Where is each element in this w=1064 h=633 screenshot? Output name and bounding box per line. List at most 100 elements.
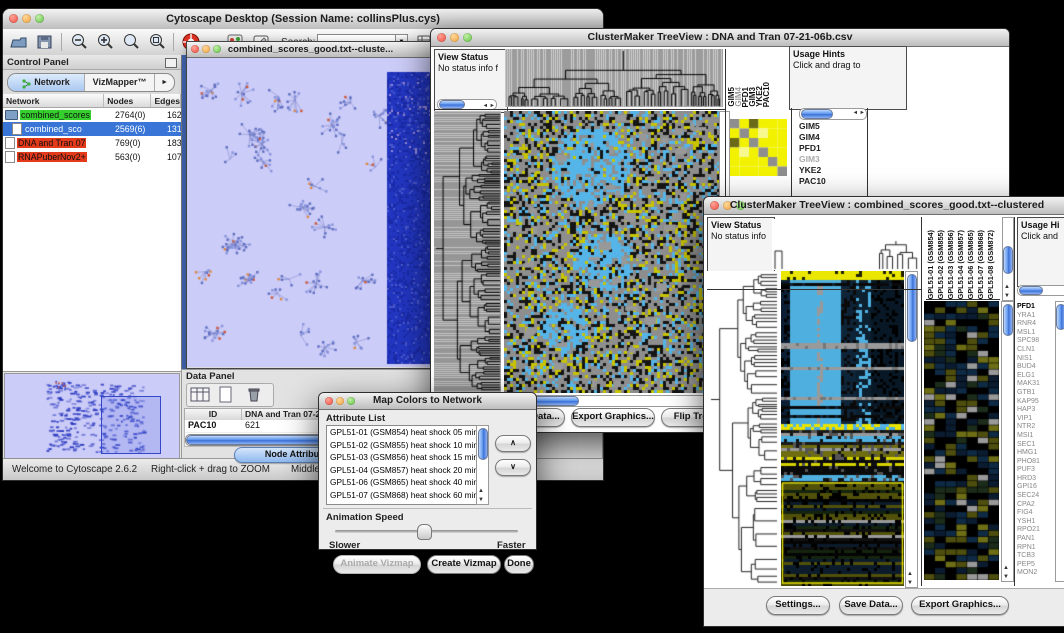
scroll-up-icon[interactable]: ▲ bbox=[478, 488, 484, 494]
gene-label[interactable]: YKE2 bbox=[799, 165, 863, 176]
column-header-network[interactable]: Network bbox=[3, 94, 104, 107]
main-heatmap-canvas[interactable] bbox=[504, 111, 719, 393]
scroll-down-icon[interactable]: ▼ bbox=[1004, 293, 1010, 299]
column-dendrogram-canvas[interactable] bbox=[772, 219, 924, 270]
minimize-button[interactable] bbox=[202, 45, 210, 53]
column-label[interactable]: GPL51-06 (GSM865) bbox=[966, 230, 976, 299]
float-panel-icon[interactable] bbox=[165, 58, 177, 68]
gene-label[interactable]: PEP5 bbox=[1017, 561, 1053, 570]
scroll-up-icon[interactable]: ▲ bbox=[1004, 284, 1010, 290]
network-table-row[interactable]: DNA and Tran 07 769(0) 183728(0) bbox=[3, 136, 181, 150]
heatmap-vscrollbar[interactable]: ▲ ▼ bbox=[905, 271, 918, 588]
gene-label[interactable]: FIG4 bbox=[1017, 509, 1053, 518]
column-header-nodes[interactable]: Nodes bbox=[104, 94, 151, 107]
gene-label[interactable]: HRD3 bbox=[1017, 475, 1053, 484]
scroll-down-icon[interactable]: ▼ bbox=[478, 497, 484, 503]
scroll-down-icon[interactable]: ▼ bbox=[1003, 574, 1009, 580]
attribute-list-item[interactable]: GPL51-01 (GSM854) heat shock 05 min bbox=[327, 426, 477, 439]
gene-label[interactable]: RPN1 bbox=[1017, 544, 1053, 553]
gene-label[interactable]: HAP3 bbox=[1017, 406, 1053, 415]
gene-label[interactable]: VIP1 bbox=[1017, 415, 1053, 424]
scroll-thumb[interactable] bbox=[1003, 246, 1013, 274]
scroll-down-icon[interactable]: ▼ bbox=[907, 580, 913, 586]
save-data-button[interactable]: Save Data... bbox=[839, 596, 903, 615]
zoom-fit-icon[interactable] bbox=[147, 32, 167, 52]
attribute-list-item[interactable]: GPL51-07 (GSM868) heat shock 60 min bbox=[327, 489, 477, 502]
zoom-out-icon[interactable] bbox=[69, 32, 89, 52]
column-header-edges[interactable]: Edges bbox=[151, 94, 181, 107]
gene-label[interactable]: PUF3 bbox=[1017, 466, 1053, 475]
network-overview-panel[interactable] bbox=[4, 373, 180, 461]
gene-label[interactable]: PAC10 bbox=[799, 176, 863, 187]
gene-label[interactable]: YRA1 bbox=[1017, 312, 1053, 321]
column-label[interactable]: GPL51-02 (GSM855) bbox=[936, 230, 946, 299]
column-label[interactable]: GPL51-03 (GSM856) bbox=[946, 230, 956, 299]
scroll-thumb[interactable] bbox=[907, 274, 917, 342]
done-button[interactable]: Done bbox=[504, 555, 534, 574]
overview-viewport-rect[interactable] bbox=[101, 396, 161, 454]
tab-vizmapper[interactable]: VizMapper™ bbox=[84, 74, 154, 91]
attribute-list-item[interactable]: GPL51-02 (GSM855) heat shock 10 min bbox=[327, 439, 477, 452]
main-heatmap-canvas[interactable] bbox=[781, 271, 904, 586]
close-button[interactable] bbox=[9, 14, 18, 23]
column-label[interactable]: GPL51-08 (GSM872) bbox=[986, 230, 996, 299]
attribute-list-item[interactable]: GPL51-06 (GSM865) heat shock 40 min bbox=[327, 476, 477, 489]
network-canvas[interactable] bbox=[187, 58, 432, 367]
gene-label[interactable]: PAN1 bbox=[1017, 535, 1053, 544]
gene-list-vscrollbar[interactable] bbox=[1055, 301, 1064, 582]
usage-hints-scrollbar[interactable] bbox=[1017, 285, 1064, 296]
scroll-up-icon[interactable]: ▲ bbox=[907, 571, 913, 577]
zoom-selected-icon[interactable] bbox=[121, 32, 141, 52]
network-table-row[interactable]: combined_scores 2764(0) 16218(0) bbox=[3, 108, 181, 122]
gene-label[interactable]: NIS1 bbox=[1017, 355, 1053, 364]
gene-label[interactable]: MSI1 bbox=[1017, 432, 1053, 441]
network-view-titlebar[interactable]: combined_scores_good.txt--cluste... bbox=[187, 42, 434, 58]
create-vizmap-button[interactable]: Create Vizmap bbox=[427, 555, 501, 574]
new-attribute-icon[interactable] bbox=[215, 386, 237, 408]
column-label[interactable]: GPL51-07 (GSM868) bbox=[976, 230, 986, 299]
scroll-thumb[interactable] bbox=[439, 100, 465, 109]
column-label[interactable]: GPL51-01 (GSM854) bbox=[926, 230, 936, 299]
network-table-row[interactable]: RNAPuberNov2+ 563(0) 107847(0) bbox=[3, 150, 181, 164]
gene-label[interactable]: MAK31 bbox=[1017, 380, 1053, 389]
scroll-thumb[interactable] bbox=[1056, 304, 1064, 330]
gene-label[interactable]: PHO81 bbox=[1017, 458, 1053, 467]
row-dendrogram-canvas[interactable] bbox=[707, 271, 779, 586]
gene-label[interactable]: PFD1 bbox=[1017, 303, 1053, 312]
scroll-thumb[interactable] bbox=[478, 428, 488, 460]
export-graphics-button[interactable]: Export Graphics... bbox=[571, 408, 655, 427]
attribute-list-item[interactable]: GPL51-03 (GSM856) heat shock 15 min bbox=[327, 451, 477, 464]
correlation-matrix-canvas[interactable] bbox=[730, 119, 787, 176]
move-up-button[interactable]: ∧ bbox=[495, 435, 531, 452]
main-titlebar[interactable]: Cytoscape Desktop (Session Name: collins… bbox=[3, 9, 603, 30]
delete-attribute-icon[interactable] bbox=[243, 386, 265, 408]
gene-label[interactable]: CLN1 bbox=[1017, 346, 1053, 355]
gene-label[interactable]: HMG1 bbox=[1017, 449, 1053, 458]
open-file-icon[interactable] bbox=[9, 32, 29, 52]
gene-label[interactable]: GTB1 bbox=[1017, 389, 1053, 398]
scroll-arrows-icon[interactable]: ◄ ► bbox=[853, 110, 865, 116]
gene-label[interactable]: GIM4 bbox=[799, 132, 863, 143]
column-label[interactable]: PAC10 bbox=[763, 82, 770, 107]
zoom-heatmap-canvas[interactable] bbox=[924, 301, 999, 580]
gene-label[interactable]: RPO21 bbox=[1017, 526, 1053, 535]
treeview-dna-titlebar[interactable]: ClusterMaker TreeView : DNA and Tran 07-… bbox=[431, 29, 1009, 47]
column-dendrogram-canvas[interactable] bbox=[505, 49, 723, 107]
gene-label[interactable]: CPA2 bbox=[1017, 501, 1053, 510]
zoom-in-icon[interactable] bbox=[95, 32, 115, 52]
gene-label[interactable]: NTR2 bbox=[1017, 423, 1053, 432]
zoom-vscrollbar[interactable]: ▲ ▼ bbox=[1001, 301, 1014, 582]
export-graphics-button[interactable]: Export Graphics... bbox=[911, 596, 1009, 615]
gene-label[interactable]: MON2 bbox=[1017, 569, 1053, 578]
scroll-thumb[interactable] bbox=[1019, 286, 1043, 295]
scroll-thumb[interactable] bbox=[801, 109, 833, 119]
gene-label[interactable]: SEC1 bbox=[1017, 441, 1053, 450]
gene-label[interactable]: MSL1 bbox=[1017, 329, 1053, 338]
scroll-up-icon[interactable]: ▲ bbox=[1003, 565, 1009, 571]
treeview-combined-titlebar[interactable]: ClusterMaker TreeView : combined_scores_… bbox=[704, 197, 1064, 215]
row-dendrogram-canvas[interactable] bbox=[434, 111, 501, 393]
animate-vizmap-button[interactable]: Animate Vizmap bbox=[333, 555, 421, 574]
zoom-hscrollbar[interactable]: ◄ ► bbox=[799, 108, 867, 120]
gene-label[interactable]: RNR4 bbox=[1017, 320, 1053, 329]
column-labels-vscrollbar[interactable]: ▲ ▼ bbox=[1002, 217, 1014, 301]
